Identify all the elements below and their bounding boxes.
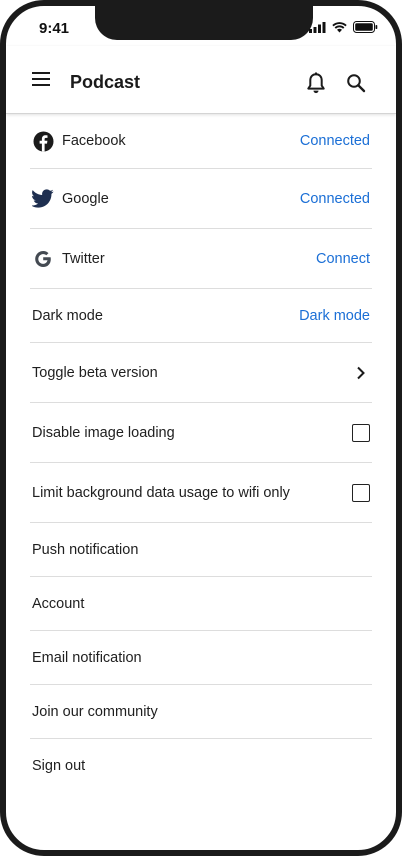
dark-mode-link[interactable]: Dark mode xyxy=(299,308,370,324)
beta-version-row[interactable]: Toggle beta version xyxy=(30,343,372,403)
limit-data-row[interactable]: Limit background data usage to wifi only xyxy=(30,463,372,523)
signal-icon xyxy=(309,21,326,33)
join-community-row[interactable]: Join our community xyxy=(30,685,372,739)
disable-image-loading-label: Disable image loading xyxy=(32,424,175,441)
menu-button[interactable] xyxy=(32,71,52,87)
disable-image-loading-row[interactable]: Disable image loading xyxy=(30,403,372,463)
sign-out-row[interactable]: Sign out xyxy=(30,739,372,793)
search-icon xyxy=(347,74,366,93)
account-row[interactable]: Account xyxy=(30,577,372,631)
account-label: Account xyxy=(32,595,85,612)
disable-image-loading-checkbox[interactable] xyxy=(352,423,370,442)
twitter-connect-link[interactable]: Connect xyxy=(316,251,370,267)
app-bar: Podcast xyxy=(6,46,396,114)
push-notification-row[interactable]: Push notification xyxy=(30,523,372,577)
chevron-right-icon xyxy=(357,366,365,379)
email-notification-row[interactable]: Email notification xyxy=(30,631,372,685)
twitter-row[interactable]: Twitter Connect xyxy=(30,229,372,289)
limit-data-label: Limit background data usage to wifi only xyxy=(32,484,290,501)
google-status-link[interactable]: Connected xyxy=(300,191,370,207)
sign-out-label: Sign out xyxy=(32,758,86,774)
google-label: Google xyxy=(62,190,109,207)
wifi-icon xyxy=(332,21,347,32)
dark-mode-row[interactable]: Dark mode Dark mode xyxy=(30,289,372,343)
bell-icon xyxy=(307,72,325,94)
limit-data-checkbox[interactable] xyxy=(352,483,370,502)
email-notification-label: Email notification xyxy=(32,649,142,666)
search-button[interactable] xyxy=(346,73,366,93)
notifications-button[interactable] xyxy=(306,72,326,94)
battery-icon xyxy=(353,21,378,33)
twitter-bird-icon xyxy=(32,188,54,210)
twitter-label: Twitter xyxy=(62,250,105,267)
google-row[interactable]: Google Connected xyxy=(30,169,372,229)
page-title: Podcast xyxy=(70,72,141,92)
status-icons xyxy=(309,21,378,33)
join-community-label: Join our community xyxy=(32,703,158,720)
beta-version-label: Toggle beta version xyxy=(32,364,158,381)
push-notification-label: Push notification xyxy=(32,541,139,558)
facebook-label: Facebook xyxy=(62,133,126,149)
google-g-icon xyxy=(32,248,54,270)
menu-icon xyxy=(32,72,50,86)
status-bar: 9:41 xyxy=(6,6,396,46)
settings-list: Facebook Connected Google Connected Twit… xyxy=(30,114,372,793)
dark-mode-label: Dark mode xyxy=(32,307,103,324)
facebook-status-link[interactable]: Connected xyxy=(300,133,370,149)
facebook-row[interactable]: Facebook Connected xyxy=(30,114,372,169)
facebook-icon xyxy=(32,130,54,152)
phone-frame: 9:41 Podcast Facebook Connected Google C… xyxy=(0,0,402,856)
status-time: 9:41 xyxy=(39,20,70,37)
